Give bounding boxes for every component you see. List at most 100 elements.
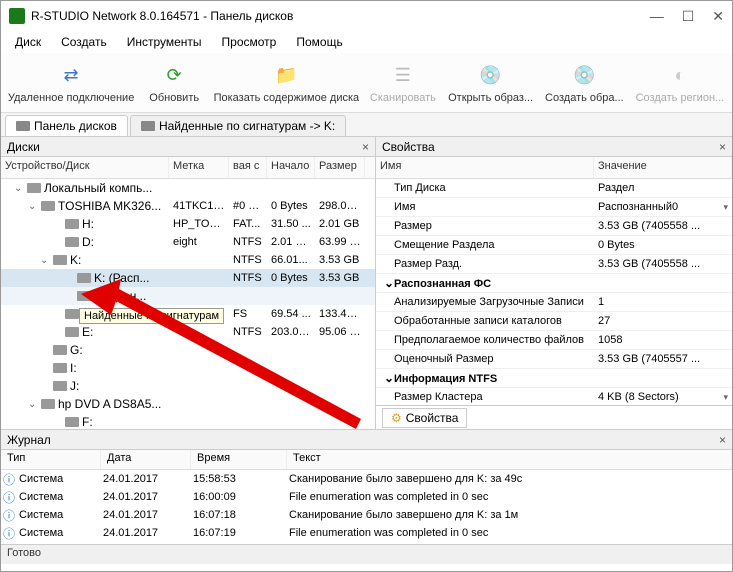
log-pane: Журнал × Тип Дата Время Текст ⓘСистема24… <box>1 429 732 544</box>
drive-icon <box>53 381 67 391</box>
property-row: Размер Разд.3.53 GB (7405558 ... <box>376 255 732 274</box>
create-image-icon: 💿 <box>570 62 598 90</box>
disks-pane: Диски × Устройство/Диск Метка вая с Нача… <box>1 137 376 429</box>
drive-icon <box>65 417 79 427</box>
create-image-button[interactable]: 💿 Создать обра... <box>539 58 630 108</box>
show-content-button[interactable]: 📁 Показать содержимое диска <box>209 58 363 108</box>
open-icon: 💿 <box>477 62 505 90</box>
window-title: R-STUDIO Network 8.0.164571 - Панель дис… <box>31 9 650 23</box>
disk-row[interactable]: H:HP_TOOLSFAT...31.50 ...2.01 GB <box>1 215 375 233</box>
app-icon <box>9 8 25 24</box>
col-size[interactable]: Размер <box>315 157 365 178</box>
scan-button[interactable]: ☰ Сканировать <box>364 58 443 108</box>
disk-tree[interactable]: ⌄Локальный компь...⌄TOSHIBA MK326...41TK… <box>1 179 375 429</box>
disk-row[interactable]: ⌄TOSHIBA MK326...41TKC1VIT#0 S...0 Bytes… <box>1 197 375 215</box>
property-row: Размер3.53 GB (7405558 ... <box>376 217 732 236</box>
drive-icon <box>65 237 79 247</box>
create-region-button[interactable]: ◐ Создать регион... <box>630 58 730 108</box>
status-bar: Готово <box>1 544 732 564</box>
log-row[interactable]: ⓘСистема24.01.201716:07:18Сканирование б… <box>1 506 732 524</box>
remote-connect-button[interactable]: ⇄ Удаленное подключение <box>3 58 139 108</box>
col-date[interactable]: Дата <box>101 450 191 469</box>
refresh-button[interactable]: ⟳ Обновить <box>139 58 209 108</box>
gear-icon: ⚙ <box>391 411 402 425</box>
col-fs[interactable]: вая с <box>229 157 267 178</box>
property-row: Предполагаемое количество файлов1058 <box>376 331 732 350</box>
folder-icon: 📁 <box>272 62 300 90</box>
close-pane-icon[interactable]: × <box>719 433 726 447</box>
col-label[interactable]: Метка <box>169 157 229 178</box>
col-time[interactable]: Время <box>191 450 287 469</box>
drive-icon <box>77 291 91 301</box>
drive-icon <box>53 255 67 265</box>
menu-create[interactable]: Создать <box>51 33 117 51</box>
info-icon: ⓘ <box>1 489 17 506</box>
refresh-icon: ⟳ <box>160 62 188 90</box>
col-name[interactable]: Имя <box>376 157 594 178</box>
maximize-button[interactable]: ☐ <box>682 8 695 25</box>
drive-icon <box>27 183 41 193</box>
tooltip: Найденные по сигнатурам <box>79 308 224 324</box>
drive-icon <box>41 399 55 409</box>
disks-header: Диски × <box>1 137 375 157</box>
close-pane-icon[interactable]: × <box>719 140 726 154</box>
disk-row[interactable]: ⌄K:NTFS66.01...3.53 GB <box>1 251 375 269</box>
properties-pane: Свойства × Имя Значение Тип ДискаРазделИ… <box>376 137 732 429</box>
properties-tab-button[interactable]: ⚙ Свойства <box>382 408 467 428</box>
menu-view[interactable]: Просмотр <box>212 33 287 51</box>
disk-row[interactable]: F: <box>1 413 375 429</box>
chevron-down-icon: ▾ <box>723 202 728 213</box>
close-pane-icon[interactable]: × <box>362 140 369 154</box>
disk-row[interactable]: G: <box>1 341 375 359</box>
col-type[interactable]: Тип <box>1 450 101 469</box>
info-icon: ⓘ <box>1 471 17 488</box>
toolbar: ⇄ Удаленное подключение ⟳ Обновить 📁 Пок… <box>1 53 732 113</box>
disk-row[interactable]: D:eightNTFS2.01 GB63.99 GB <box>1 233 375 251</box>
property-row: Тип ДискаРаздел <box>376 179 732 198</box>
info-icon: ⓘ <box>1 525 17 542</box>
minimize-button[interactable]: — <box>650 8 664 25</box>
drive-icon <box>41 201 55 211</box>
log-row[interactable]: ⓘСистема24.01.201715:58:53Сканирование б… <box>1 470 732 488</box>
tabstrip: Панель дисков Найденные по сигнатурам ->… <box>1 113 732 137</box>
log-row[interactable]: ⓘСистема24.01.201716:07:19File enumerati… <box>1 524 732 542</box>
menu-tools[interactable]: Инструменты <box>117 33 212 51</box>
disk-row[interactable]: J: <box>1 377 375 395</box>
col-start[interactable]: Начало <box>267 157 315 178</box>
disk-row[interactable]: ⌄hp DVD A DS8A5... <box>1 395 375 413</box>
property-row: Оценочный Размер3.53 GB (7405557 ... <box>376 350 732 369</box>
scan-icon: ☰ <box>389 62 417 90</box>
log-columns: Тип Дата Время Текст <box>1 450 732 470</box>
menubar: Диск Создать Инструменты Просмотр Помощь <box>1 31 732 53</box>
log-row[interactable]: ⓘСистема24.01.201716:00:09File enumerati… <box>1 488 732 506</box>
properties-table: Тип ДискаРазделИмяРаспознанный0▾Размер3.… <box>376 179 732 405</box>
col-device[interactable]: Устройство/Диск <box>1 157 169 178</box>
drive-icon <box>65 327 79 337</box>
tab-disk-panel[interactable]: Панель дисков <box>5 115 128 136</box>
drive-icon <box>16 121 30 131</box>
disk-row[interactable]: I: <box>1 359 375 377</box>
log-header: Журнал × <box>1 430 732 450</box>
menu-disk[interactable]: Диск <box>5 33 51 51</box>
col-text[interactable]: Текст <box>287 450 732 469</box>
col-value[interactable]: Значение <box>594 157 732 178</box>
property-row: ⌄Информация NTFS <box>376 369 732 388</box>
disk-row[interactable]: E:NTFS203.03...95.06 GB <box>1 323 375 341</box>
prop-columns: Имя Значение <box>376 157 732 179</box>
menu-help[interactable]: Помощь <box>286 33 352 51</box>
disk-row[interactable]: ⌄Локальный компь... <box>1 179 375 197</box>
disk-row[interactable]: K: (Расп...NTFS0 Bytes3.53 GB <box>1 269 375 287</box>
disk-row[interactable]: Найден... <box>1 287 375 305</box>
open-image-button[interactable]: 💿 Открыть образ... <box>442 58 539 108</box>
drive-icon <box>53 363 67 373</box>
tab-found-signatures[interactable]: Найденные по сигнатурам -> K: <box>130 115 346 136</box>
titlebar: R-STUDIO Network 8.0.164571 - Панель дис… <box>1 1 732 31</box>
drive-icon <box>65 219 79 229</box>
region-icon: ◐ <box>666 62 694 90</box>
close-button[interactable]: ✕ <box>712 8 724 25</box>
remote-icon: ⇄ <box>57 62 85 90</box>
chevron-down-icon: ▾ <box>723 392 728 403</box>
property-row[interactable]: Размер Кластера4 KB (8 Sectors)▾ <box>376 388 732 405</box>
property-row[interactable]: ИмяРаспознанный0▾ <box>376 198 732 217</box>
drive-icon <box>77 273 91 283</box>
